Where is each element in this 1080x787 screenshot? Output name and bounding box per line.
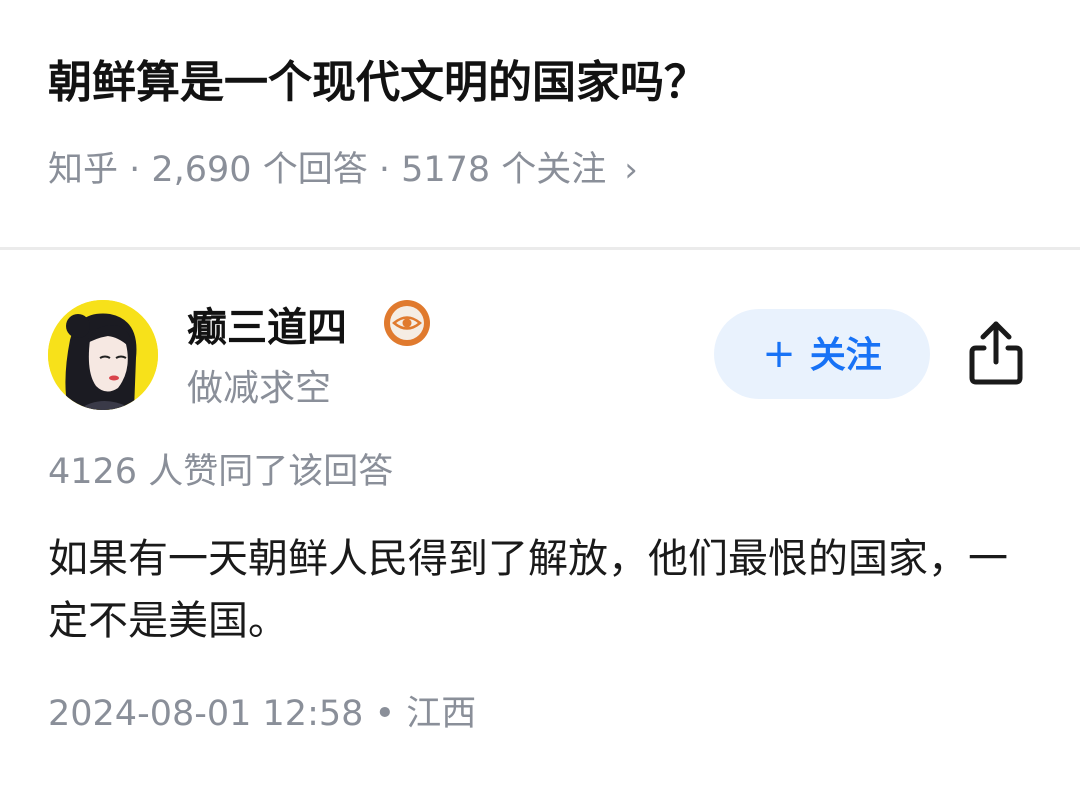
question-meta[interactable]: 知乎 · 2,690 个回答 · 5178 个关注 › [48, 146, 638, 194]
plus-icon: + [762, 331, 796, 377]
chevron-right-icon: › [624, 150, 638, 190]
author-avatar[interactable] [48, 300, 158, 410]
question-meta-text: 知乎 · 2,690 个回答 · 5178 个关注 [48, 150, 607, 190]
section-divider [0, 247, 1080, 250]
likes-count: 4126 人赞同了该回答 [48, 452, 394, 492]
answer-page: 朝鲜算是一个现代文明的国家吗？ 知乎 · 2,690 个回答 · 5178 个关… [0, 0, 1080, 787]
share-icon[interactable] [966, 318, 1026, 388]
eye-badge-icon [382, 298, 432, 348]
author-name[interactable]: 癫三道四 [187, 300, 347, 356]
answer-timestamp: 2024-08-01 12:58 • 江西 [48, 694, 477, 734]
follow-button[interactable]: + 关注 [714, 309, 930, 399]
question-title[interactable]: 朝鲜算是一个现代文明的国家吗？ [48, 52, 708, 114]
answer-content[interactable]: 如果有一天朝鲜人民得到了解放，他们最恨的国家，一定不是美国。 [48, 528, 1033, 652]
avatar-illustration-icon [48, 300, 158, 410]
author-bio: 做减求空 [187, 368, 332, 409]
follow-button-label: 关注 [809, 335, 882, 376]
